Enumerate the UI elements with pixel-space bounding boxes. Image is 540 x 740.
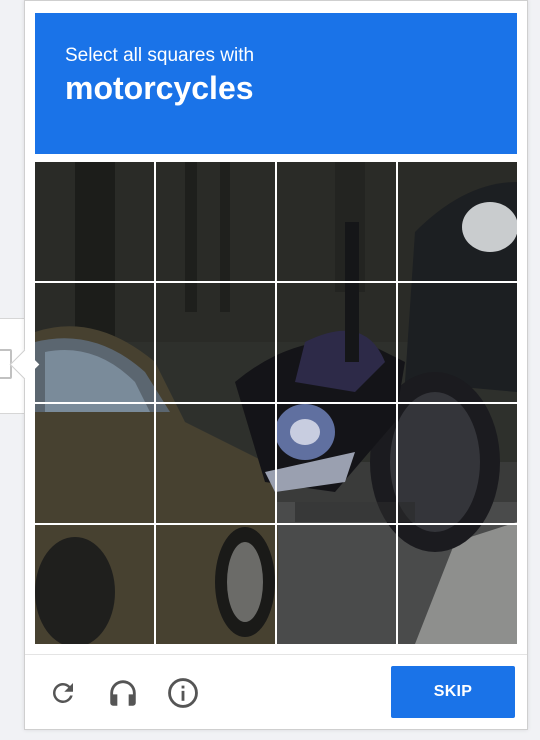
image-tile-r1-c1[interactable]: [35, 162, 154, 281]
image-tile-r2-c2[interactable]: [156, 283, 275, 402]
image-tile-r1-c2[interactable]: [156, 162, 275, 281]
challenge-header: Select all squares with motorcycles: [35, 13, 517, 154]
image-tile-r3-c2[interactable]: [156, 404, 275, 523]
footer-divider: [25, 654, 527, 655]
image-grid: [35, 162, 517, 644]
image-tile-r3-c1[interactable]: [35, 404, 154, 523]
info-icon[interactable]: [165, 675, 201, 711]
image-tile-r4-c3[interactable]: [277, 525, 396, 644]
image-tile-r1-c3[interactable]: [277, 162, 396, 281]
image-tile-r1-c4[interactable]: [398, 162, 517, 281]
image-tile-r3-c3[interactable]: [277, 404, 396, 523]
image-tile-r2-c4[interactable]: [398, 283, 517, 402]
image-tile-r4-c1[interactable]: [35, 525, 154, 644]
reload-icon[interactable]: [45, 675, 81, 711]
captcha-popup: Select all squares with motorcycles SKIP: [24, 0, 528, 730]
challenge-prompt: Select all squares with: [65, 45, 255, 66]
skip-button[interactable]: SKIP: [391, 666, 515, 718]
image-tile-r2-c1[interactable]: [35, 283, 154, 402]
headphones-icon[interactable]: [105, 675, 141, 711]
image-tile-r3-c4[interactable]: [398, 404, 517, 523]
challenge-keyword: motorcycles: [65, 70, 254, 106]
image-tile-r2-c3[interactable]: [277, 283, 396, 402]
image-tile-r4-c4[interactable]: [398, 525, 517, 644]
image-tile-r4-c2[interactable]: [156, 525, 275, 644]
